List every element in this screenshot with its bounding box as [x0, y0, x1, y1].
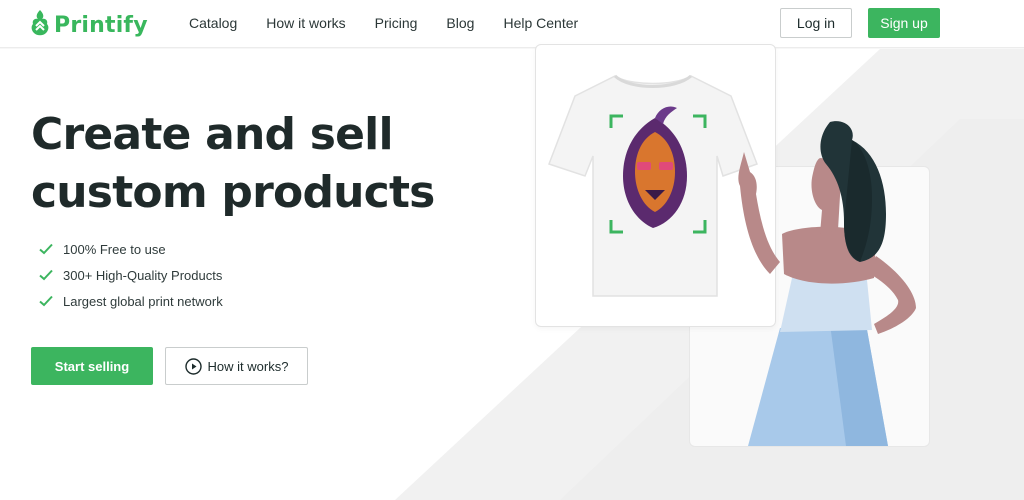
- check-icon: [38, 293, 54, 309]
- printify-logo-icon: [30, 9, 50, 42]
- login-button[interactable]: Log in: [780, 8, 852, 38]
- nav-item-pricing[interactable]: Pricing: [375, 15, 418, 31]
- hero-headline-line-2: custom products: [31, 167, 435, 218]
- signup-button[interactable]: Sign up: [868, 8, 940, 38]
- brand-logo[interactable]: Printify: [30, 9, 148, 42]
- check-icon: [38, 241, 54, 257]
- feature-label: 100% Free to use: [63, 241, 166, 257]
- how-it-works-button[interactable]: How it works?: [165, 347, 308, 385]
- start-selling-button[interactable]: Start selling: [31, 347, 153, 385]
- top-navigation-bar: Printify Catalog How it works Pricing Bl…: [0, 0, 1024, 48]
- feature-item: Largest global print network: [38, 288, 223, 314]
- woman-illustration: [738, 121, 916, 446]
- hero-headline: Create and sell custom products: [31, 106, 451, 222]
- feature-label: Largest global print network: [63, 293, 223, 309]
- nav-item-catalog[interactable]: Catalog: [189, 15, 237, 31]
- play-circle-icon: [184, 357, 202, 375]
- nav-item-help-center[interactable]: Help Center: [503, 15, 578, 31]
- main-nav: Catalog How it works Pricing Blog Help C…: [189, 15, 607, 31]
- how-it-works-label: How it works?: [207, 358, 289, 374]
- feature-item: 300+ High-Quality Products: [38, 262, 223, 288]
- nav-item-blog[interactable]: Blog: [446, 15, 474, 31]
- check-icon: [38, 267, 54, 283]
- feature-item: 100% Free to use: [38, 236, 223, 262]
- hero-headline-line-1: Create and sell: [31, 109, 394, 160]
- feature-list: 100% Free to use 300+ High-Quality Produ…: [38, 236, 223, 314]
- brand-name: Printify: [54, 13, 148, 38]
- nav-item-how-it-works[interactable]: How it works: [266, 15, 345, 31]
- feature-label: 300+ High-Quality Products: [63, 267, 223, 283]
